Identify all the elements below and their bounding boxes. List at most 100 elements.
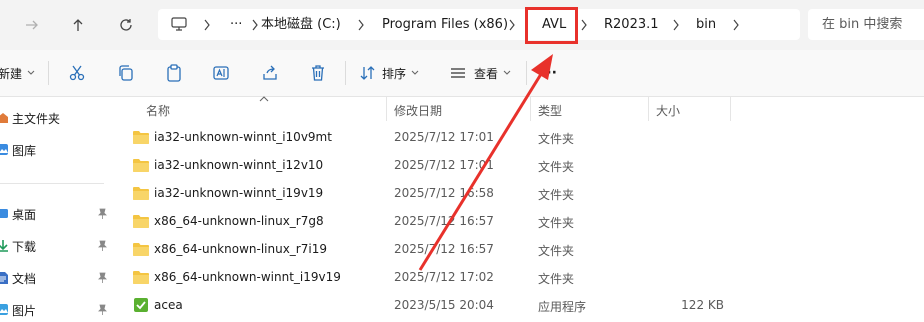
pin-icon <box>98 304 107 315</box>
arrow-up-icon <box>73 19 83 31</box>
app-icon <box>134 298 148 312</box>
rename-button[interactable] <box>212 61 230 85</box>
column-type[interactable]: 类型 <box>538 102 562 119</box>
new-button[interactable]: 新建 <box>0 61 35 85</box>
sidebar-item-home[interactable]: 主文件夹 <box>0 106 116 130</box>
share-button[interactable] <box>261 61 279 85</box>
sidebar-item-label: 下载 <box>12 240 37 254</box>
breadcrumb-drive-c[interactable]: 本地磁盘 (C:) <box>261 9 341 40</box>
sidebar-item-label: 文档 <box>12 272 37 286</box>
sidebar-divider <box>0 183 104 184</box>
address-bar[interactable]: ··· 本地磁盘 (C:) Program Files (x86) AVL R2… <box>158 9 800 40</box>
file-type: 文件夹 <box>538 272 575 286</box>
column-divider[interactable] <box>730 97 731 121</box>
sidebar-item-documents[interactable]: 文档 <box>0 266 116 290</box>
back-button[interactable] <box>20 13 44 37</box>
more-options-button[interactable]: ··· <box>541 61 557 85</box>
column-divider[interactable] <box>530 97 531 121</box>
breadcrumb-bin[interactable]: bin <box>696 9 716 40</box>
delete-button[interactable] <box>309 61 327 85</box>
sidebar-item-desktop[interactable]: 桌面 <box>0 202 116 226</box>
chevron-down-icon <box>411 70 419 75</box>
file-type: 应用程序 <box>538 300 587 314</box>
breadcrumb-r2023[interactable]: R2023.1 <box>604 9 659 40</box>
folder-icon <box>133 271 149 284</box>
scissors-icon <box>69 65 85 81</box>
file-date: 2025/7/12 16:58 <box>394 186 494 200</box>
sidebar-item-pictures[interactable]: 图片 <box>0 298 116 322</box>
sort-button[interactable]: 排序 <box>360 61 419 85</box>
breadcrumb-program-files[interactable]: Program Files (x86) <box>382 9 508 40</box>
cut-button[interactable] <box>68 61 86 85</box>
file-type: 文件夹 <box>538 188 575 202</box>
table-row[interactable]: ia32-unknown-winnt_i19v19 2025/7/12 16:5… <box>116 180 924 208</box>
chevron-right-icon <box>733 19 739 31</box>
refresh-button[interactable] <box>114 13 138 37</box>
sidebar-item-downloads[interactable]: 下载 <box>0 234 116 258</box>
file-name: ia32-unknown-winnt_i19v19 <box>154 186 324 200</box>
paste-button[interactable] <box>165 61 183 85</box>
table-row[interactable]: x86_64-unknown-winnt_i19v19 2025/7/12 17… <box>116 264 924 292</box>
file-name: x86_64-unknown-winnt_i19v19 <box>154 270 341 284</box>
file-name: acea <box>154 298 183 312</box>
chevron-right-icon <box>204 19 210 31</box>
column-date[interactable]: 修改日期 <box>394 102 442 119</box>
chevron-right-icon <box>509 19 515 31</box>
annotation-highlight-box <box>525 7 578 44</box>
pin-icon <box>98 208 107 219</box>
sidebar-item-gallery[interactable]: 图库 <box>0 138 116 162</box>
sidebar-item-label: 主文件夹 <box>12 112 61 126</box>
folder-icon <box>133 215 149 228</box>
file-size: 122 KB <box>681 298 724 312</box>
folder-icon <box>133 131 149 144</box>
toolbar-divider <box>48 61 49 85</box>
sidebar-item-label: 图片 <box>12 304 37 318</box>
desktop-icon <box>0 209 8 218</box>
file-name: x86_64-unknown-linux_r7i19 <box>154 242 327 256</box>
command-toolbar: 新建 排序 查看 ··· <box>0 50 924 97</box>
table-row[interactable]: x86_64-unknown-linux_r7i19 2025/7/12 16:… <box>116 236 924 264</box>
sidebar-item-label: 图库 <box>12 144 37 158</box>
up-button[interactable] <box>66 13 90 37</box>
toolbar-divider <box>526 61 527 85</box>
sort-label: 排序 <box>382 66 407 81</box>
sort-ascending-icon <box>259 96 269 102</box>
clipboard-icon <box>167 64 181 82</box>
sort-icon <box>360 66 375 80</box>
new-label: 新建 <box>0 66 23 81</box>
file-date: 2025/7/12 17:02 <box>394 270 494 284</box>
sidebar-item-label: 桌面 <box>12 208 37 222</box>
search-input[interactable]: 在 bin 中搜索 <box>808 9 924 40</box>
copy-button[interactable] <box>117 61 135 85</box>
file-date: 2025/7/12 17:01 <box>394 130 494 144</box>
download-icon <box>0 240 8 252</box>
file-name: x86_64-unknown-linux_r7g8 <box>154 214 324 228</box>
view-button[interactable]: 查看 <box>450 61 511 85</box>
home-icon <box>0 113 8 123</box>
list-view-icon <box>451 68 465 78</box>
file-type: 文件夹 <box>538 160 575 174</box>
view-label: 查看 <box>474 66 499 81</box>
breadcrumb-more[interactable]: ··· <box>230 9 242 40</box>
column-divider[interactable] <box>386 97 387 121</box>
file-date: 2025/7/12 17:01 <box>394 158 494 172</box>
folder-icon <box>133 187 149 200</box>
chevron-right-icon <box>252 19 258 31</box>
file-type: 文件夹 <box>538 244 575 258</box>
chevron-right-icon <box>581 19 587 31</box>
column-divider[interactable] <box>648 97 649 121</box>
folder-icon <box>133 159 149 172</box>
table-row[interactable]: x86_64-unknown-linux_r7g8 2025/7/12 16:5… <box>116 208 924 236</box>
file-name: ia32-unknown-winnt_i10v9mt <box>154 130 332 144</box>
column-size[interactable]: 大小 <box>656 102 680 119</box>
search-placeholder: 在 bin 中搜索 <box>822 17 903 32</box>
document-icon <box>0 272 8 284</box>
column-name[interactable]: 名称 <box>146 102 170 119</box>
table-row[interactable]: ia32-unknown-winnt_i10v9mt 2025/7/12 17:… <box>116 124 924 152</box>
table-row[interactable]: ia32-unknown-winnt_i12v10 2025/7/12 17:0… <box>116 152 924 180</box>
chevron-down-icon <box>27 70 35 75</box>
file-name: ia32-unknown-winnt_i12v10 <box>154 158 324 172</box>
file-type: 文件夹 <box>538 132 575 146</box>
address-row: ··· 本地磁盘 (C:) Program Files (x86) AVL R2… <box>0 0 924 50</box>
table-row[interactable]: acea 2023/5/15 20:04 应用程序 122 KB <box>116 292 924 320</box>
